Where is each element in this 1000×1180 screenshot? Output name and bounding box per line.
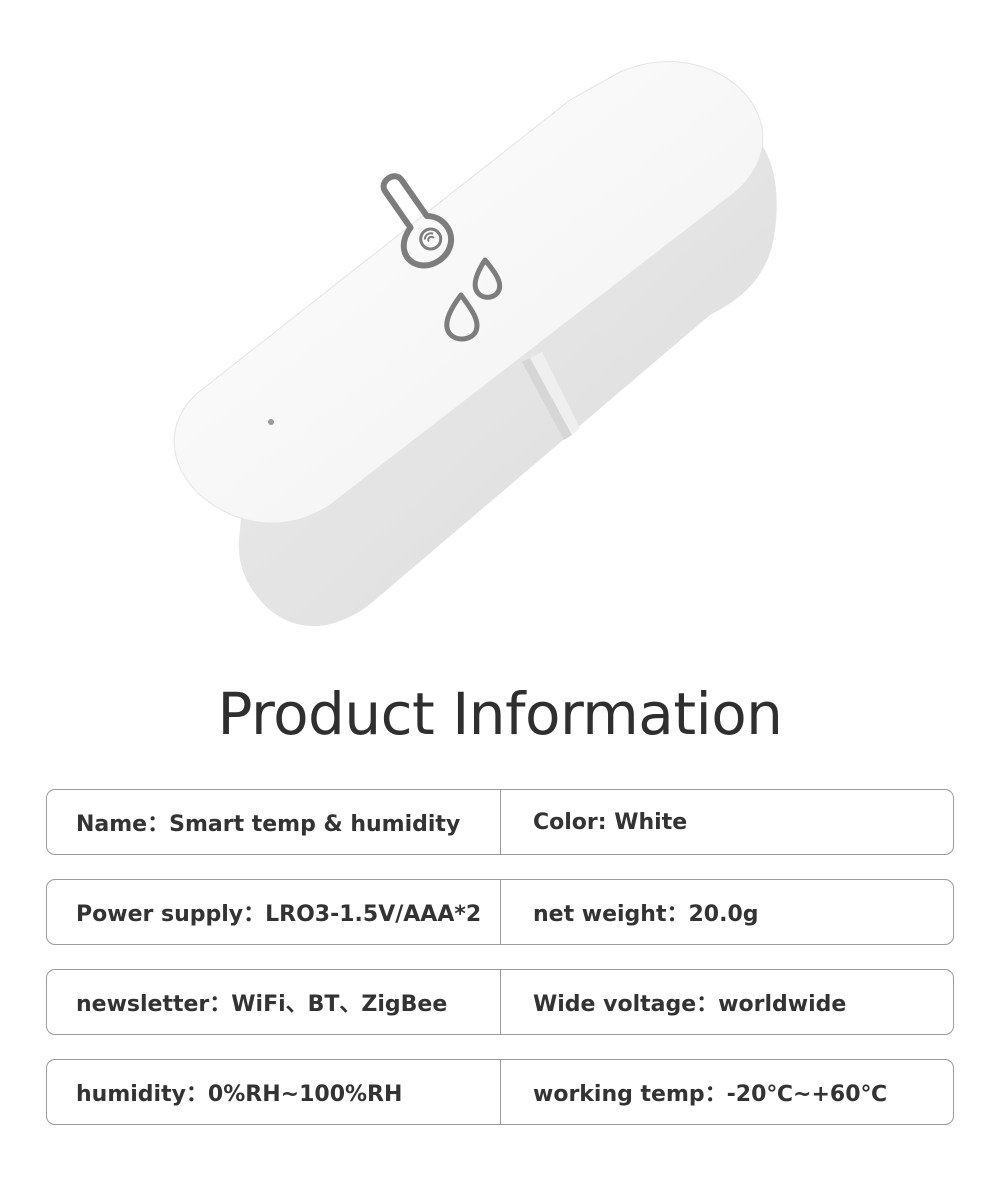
spec-newsletter: newsletter：WiFi、BT、ZigBee [47, 970, 501, 1034]
sensor-device [173, 61, 777, 627]
spec-table: Name：Smart temp & humidity Color: White … [46, 789, 954, 1149]
spec-row: Power supply：LRO3-1.5V/AAA*2 net weight：… [46, 879, 954, 945]
spec-net-weight: net weight：20.0g [533, 902, 759, 927]
spec-row: humidity：0%RH~100%RH working temp：-20℃~+… [46, 1059, 954, 1125]
page-title: Product Information [217, 680, 783, 748]
spec-power-supply: Power supply：LRO3-1.5V/AAA*2 [47, 880, 501, 944]
spec-row: newsletter：WiFi、BT、ZigBee Wide voltage：w… [46, 969, 954, 1035]
spec-row: Name：Smart temp & humidity Color: White [46, 789, 954, 855]
spec-working-temp: working temp：-20℃~+60℃ [533, 1082, 888, 1107]
product-image [173, 61, 777, 627]
spec-color: Color: White [533, 809, 688, 835]
spec-humidity: humidity：0%RH~100%RH [47, 1060, 501, 1124]
spec-wide-voltage: Wide voltage：worldwide [533, 992, 847, 1017]
spec-name: Name：Smart temp & humidity [47, 790, 501, 854]
